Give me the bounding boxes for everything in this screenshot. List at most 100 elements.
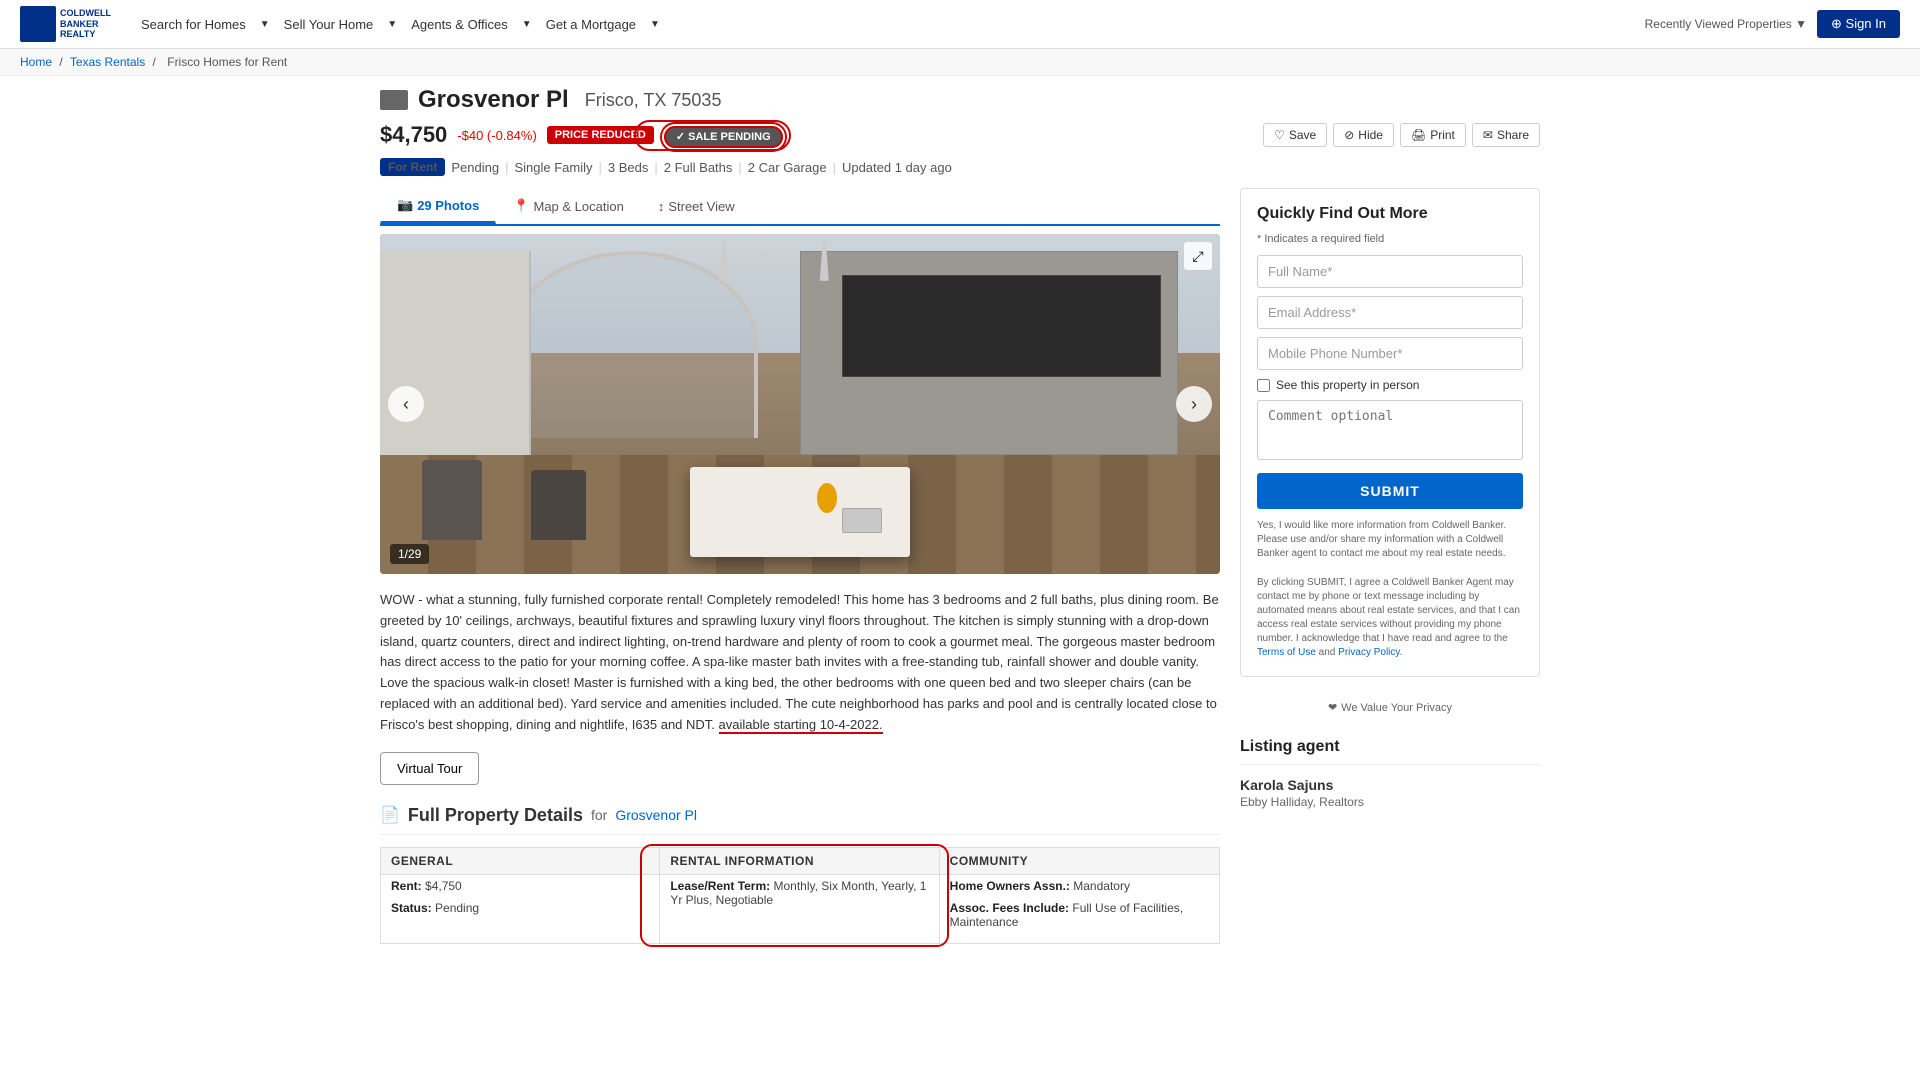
property-address-icon <box>380 90 408 110</box>
nav-links: Search for Homes ▼ Sell Your Home ▼ Agen… <box>131 13 1625 36</box>
logo-icon <box>20 6 56 42</box>
nav-dropdown-4: ▼ <box>650 19 660 30</box>
hide-icon: ⊘ <box>1344 128 1354 142</box>
property-photo <box>380 234 1220 574</box>
details-row: For Rent Pending | Single Family | 3 Bed… <box>380 158 1540 176</box>
property-title: Grosvenor Pl <box>418 86 569 114</box>
breadcrumb-texas-rentals[interactable]: Texas Rentals <box>70 55 145 69</box>
logo[interactable]: COLDWELL BANKER REALTY <box>20 6 111 42</box>
property-type: Single Family <box>514 160 592 175</box>
details-grid: GENERAL Rent: $4,750 Status: Pending REN… <box>380 847 1220 944</box>
property-photo-area: ‹ › ⤢ 1/29 <box>380 234 1220 574</box>
share-icon: ✉ <box>1483 128 1493 142</box>
details-section-community: COMMUNITY Home Owners Assn.: Mandatory A… <box>940 848 1219 943</box>
logo-text: COLDWELL BANKER REALTY <box>60 8 111 40</box>
property-location: Frisco, TX 75035 <box>585 90 722 111</box>
form-disclaimer-1: Yes, I would like more information from … <box>1257 519 1523 561</box>
for-rent-badge: For Rent <box>380 158 445 176</box>
property-baths: 2 Full Baths <box>664 160 733 175</box>
form-disclaimer-2: By clicking SUBMIT, I agree a Coldwell B… <box>1257 576 1523 660</box>
agent-name: Karola Sajuns <box>1240 777 1540 793</box>
property-price: $4,750 <box>380 122 447 148</box>
map-pin-icon: 📍 <box>513 198 529 214</box>
sale-pending-check: ✓ <box>676 131 685 143</box>
detail-assoc-fees: Assoc. Fees Include: Full Use of Facilit… <box>940 897 1219 933</box>
sale-pending-wrapper: ✓ SALE PENDING <box>664 128 783 143</box>
detail-hoa: Home Owners Assn.: Mandatory <box>940 875 1219 897</box>
breadcrumb: Home / Texas Rentals / Frisco Homes for … <box>0 49 1920 76</box>
breadcrumb-current: Frisco Homes for Rent <box>167 55 287 69</box>
next-arrow-icon: › <box>1191 394 1197 415</box>
photo-next-button[interactable]: › <box>1176 386 1212 422</box>
property-header: Grosvenor Pl Frisco, TX 75035 <box>380 86 1540 114</box>
expand-icon: ⤢ <box>1192 248 1203 265</box>
camera-icon: 📷 <box>397 197 413 213</box>
see-in-person-label: See this property in person <box>1276 378 1419 392</box>
sale-pending-badge: ✓ SALE PENDING <box>664 126 783 148</box>
tab-street-view[interactable]: ↕ Street View <box>641 188 752 224</box>
recently-viewed-link[interactable]: Recently Viewed Properties ▼ <box>1645 17 1807 31</box>
price-left: $4,750 -$40 (-0.84%) PRICE REDUCED ✓ SAL… <box>380 122 1263 148</box>
photo-counter: 1/29 <box>390 544 429 564</box>
terms-link[interactable]: Terms of Use <box>1257 647 1316 658</box>
tab-map-location[interactable]: 📍 Map & Location <box>496 188 641 224</box>
price-reduced-badge: PRICE REDUCED <box>547 126 654 144</box>
nav-dropdown-1: ▼ <box>260 19 270 30</box>
photo-prev-button[interactable]: ‹ <box>388 386 424 422</box>
comment-textarea[interactable] <box>1257 400 1523 460</box>
property-updated: Updated 1 day ago <box>842 160 952 175</box>
left-column: 📷 29 Photos 📍 Map & Location ↕ Street Vi… <box>380 188 1220 934</box>
listing-agent-section: Listing agent Karola Sajuns Ebby Hallida… <box>1240 738 1540 809</box>
nav-right: Recently Viewed Properties ▼ ⊕ Sign In <box>1645 10 1900 38</box>
phone-input[interactable] <box>1257 337 1523 370</box>
two-column-layout: 📷 29 Photos 📍 Map & Location ↕ Street Vi… <box>380 188 1540 934</box>
rental-section-header: RENTAL INFORMATION <box>660 848 938 875</box>
nav-get-mortgage[interactable]: Get a Mortgage <box>536 13 646 36</box>
price-change: -$40 (-0.84%) <box>457 128 536 143</box>
print-icon: 🖨 <box>1411 128 1426 142</box>
heart-icon: ♡ <box>1274 128 1285 142</box>
breadcrumb-sep2: / <box>153 55 156 69</box>
detail-lease-term: Lease/Rent Term: Monthly, Six Month, Yea… <box>660 875 938 911</box>
details-section-rental: RENTAL INFORMATION Lease/Rent Term: Mont… <box>660 848 939 943</box>
photo-expand-button[interactable]: ⤢ <box>1184 242 1212 270</box>
detail-rent: Rent: $4,750 <box>381 875 659 897</box>
email-input[interactable] <box>1257 296 1523 329</box>
top-navigation: COLDWELL BANKER REALTY Search for Homes … <box>0 0 1920 49</box>
hide-button[interactable]: ⊘ Hide <box>1333 123 1394 147</box>
nav-search-homes[interactable]: Search for Homes <box>131 13 256 36</box>
description-highlighted: available starting 10-4-2022. <box>719 717 883 734</box>
save-button[interactable]: ♡ Save <box>1263 123 1327 147</box>
breadcrumb-sep1: / <box>59 55 62 69</box>
nav-agents-offices[interactable]: Agents & Offices <box>401 13 518 36</box>
full-details-title: Full Property Details <box>408 805 583 826</box>
nav-sell-home[interactable]: Sell Your Home <box>274 13 384 36</box>
heart-privacy-icon: ❤ <box>1328 701 1337 714</box>
detail-status: Status: Pending <box>381 897 659 919</box>
sign-in-button[interactable]: ⊕ Sign In <box>1817 10 1900 38</box>
agent-company: Ebby Halliday, Realtors <box>1240 795 1540 809</box>
see-in-person-row: See this property in person <box>1257 378 1523 392</box>
see-in-person-checkbox[interactable] <box>1257 379 1270 392</box>
quick-form-title: Quickly Find Out More <box>1257 205 1523 223</box>
print-button[interactable]: 🖨 Print <box>1400 123 1466 147</box>
tab-row: 📷 29 Photos 📍 Map & Location ↕ Street Vi… <box>380 188 1220 226</box>
property-description: WOW - what a stunning, fully furnished c… <box>380 590 1220 736</box>
details-document-icon: 📄 <box>380 805 400 825</box>
property-beds: 3 Beds <box>608 160 648 175</box>
full-details-header: 📄 Full Property Details for Grosvenor Pl <box>380 805 1220 835</box>
general-section-header: GENERAL <box>381 848 659 875</box>
breadcrumb-home[interactable]: Home <box>20 55 52 69</box>
share-button[interactable]: ✉ Share <box>1472 123 1540 147</box>
quick-find-form: Quickly Find Out More * Indicates a requ… <box>1240 188 1540 677</box>
price-actions-row: $4,750 -$40 (-0.84%) PRICE REDUCED ✓ SAL… <box>380 122 1540 148</box>
virtual-tour-button[interactable]: Virtual Tour <box>380 752 479 785</box>
street-view-icon: ↕ <box>658 199 665 214</box>
submit-button[interactable]: SUBMIT <box>1257 473 1523 509</box>
tab-photos[interactable]: 📷 29 Photos <box>380 188 496 224</box>
details-section-general: GENERAL Rent: $4,750 Status: Pending <box>381 848 660 943</box>
full-name-input[interactable] <box>1257 255 1523 288</box>
listing-agent-title: Listing agent <box>1240 738 1540 765</box>
privacy-link[interactable]: Privacy Policy <box>1338 647 1400 658</box>
privacy-note: ❤ We Value Your Privacy <box>1240 693 1540 722</box>
